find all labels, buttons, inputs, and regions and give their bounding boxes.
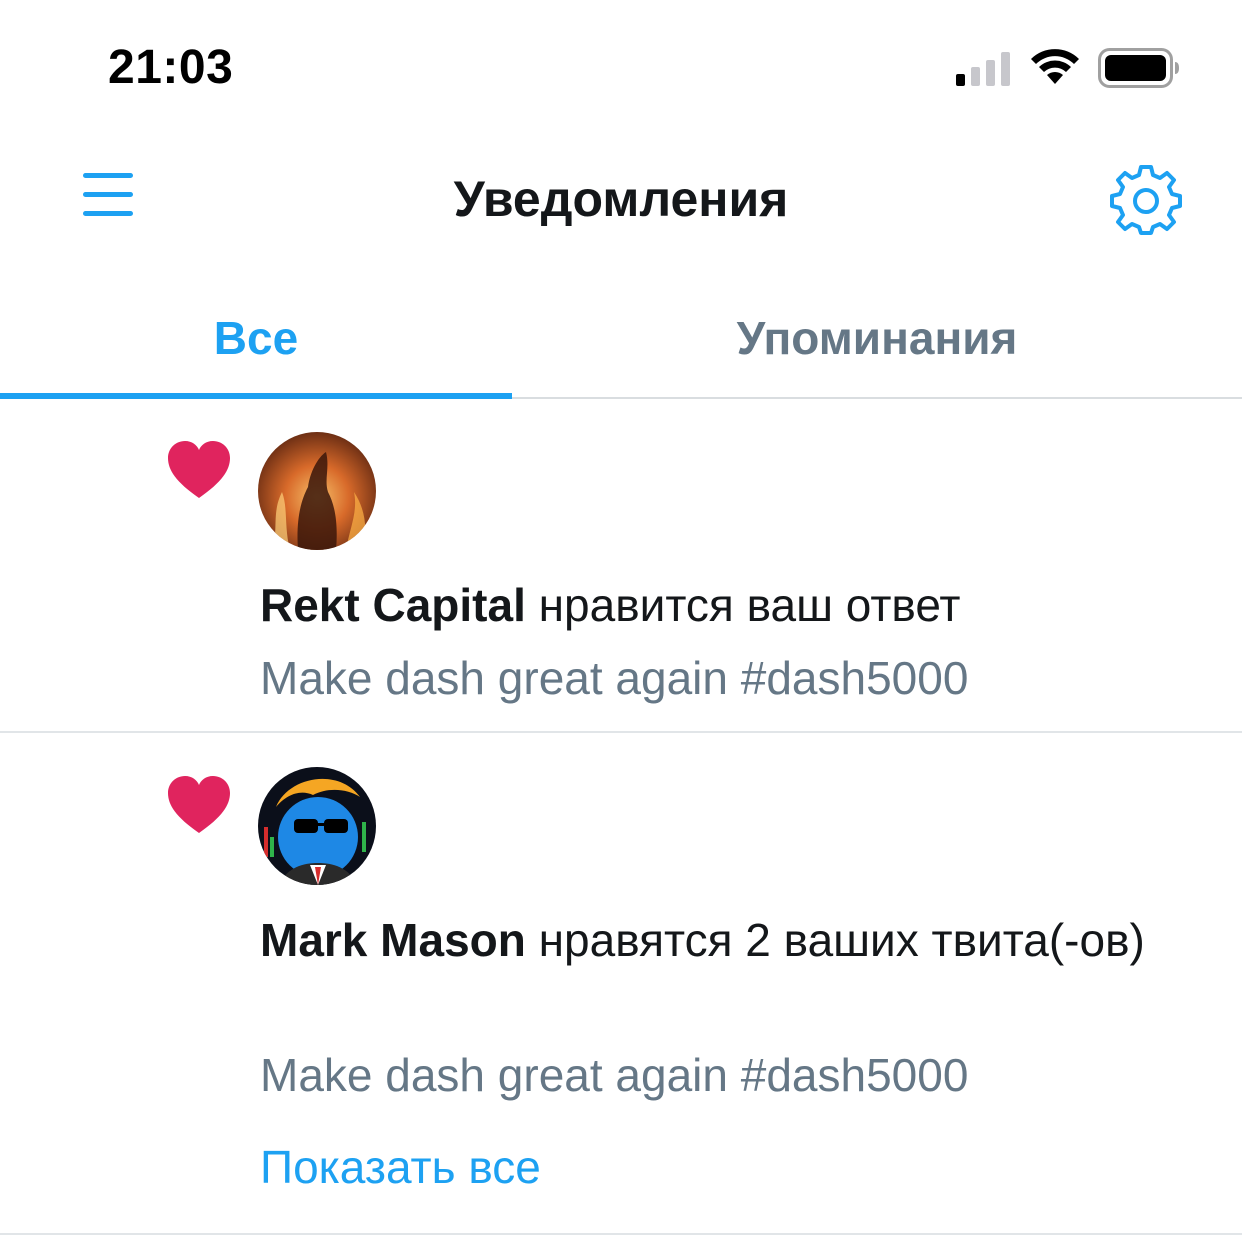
show-all-link[interactable]: Показать все: [260, 1137, 541, 1197]
heart-icon: [168, 441, 230, 498]
cellular-signal-icon: [956, 52, 1010, 86]
notification-text: Mark Mason нравятся 2 ваших твита(-ов): [260, 907, 1182, 973]
tab-mentions[interactable]: Упоминания: [512, 280, 1242, 395]
heart-icon: [168, 776, 230, 833]
tab-bar: Все Упоминания: [0, 280, 1242, 399]
status-time: 21:03: [108, 41, 234, 94]
avatar[interactable]: [258, 432, 376, 550]
notification-item[interactable]: Rekt Capital нравится ваш ответ Make das…: [0, 398, 1242, 733]
tweet-preview[interactable]: Make dash great again #dash5000: [260, 1045, 1182, 1105]
page-title: Уведомления: [453, 171, 789, 227]
avatar[interactable]: [258, 767, 376, 885]
header: Уведомления: [0, 140, 1242, 260]
avatar-image-mark-mason: [258, 767, 376, 885]
notification-item[interactable]: Mark Mason нравятся 2 ваших твита(-ов) M…: [0, 733, 1242, 1235]
user-name[interactable]: Mark Mason: [260, 914, 526, 966]
wifi-icon: [1031, 49, 1079, 84]
status-bar: 21:03: [0, 0, 1242, 130]
gear-icon[interactable]: [1110, 164, 1182, 236]
notification-action: нравится ваш ответ: [538, 579, 961, 631]
notification-action: нравятся 2 ваших твита(-ов): [538, 914, 1145, 966]
tweet-preview[interactable]: Make dash great again #dash5000: [260, 648, 1182, 708]
battery-icon: [1098, 48, 1179, 88]
tab-all[interactable]: Все: [0, 280, 512, 395]
avatar-image-rekt-capital: [258, 432, 376, 550]
user-name[interactable]: Rekt Capital: [260, 579, 526, 631]
notification-text: Rekt Capital нравится ваш ответ: [260, 572, 1182, 638]
